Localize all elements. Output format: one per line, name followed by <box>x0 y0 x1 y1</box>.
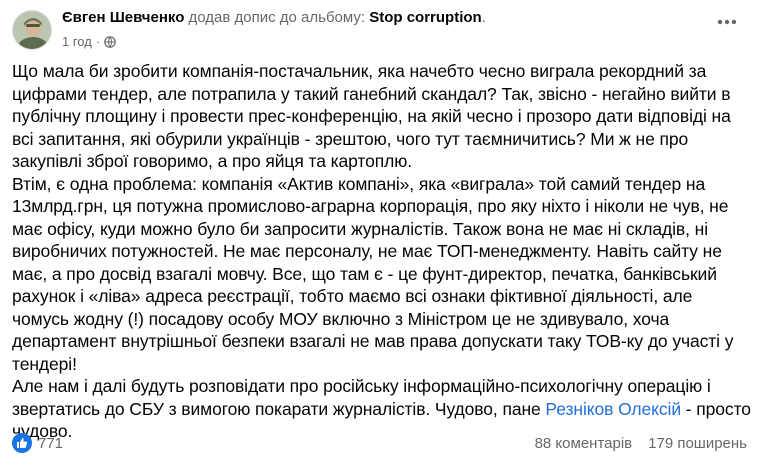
post-paragraph: Втім, є одна проблема: компанія «Актив к… <box>12 173 734 374</box>
thumbs-up-icon[interactable] <box>12 433 32 453</box>
author-avatar[interactable] <box>12 10 52 50</box>
post-paragraph: Що мала би зробити компанія-постачальник… <box>12 61 731 171</box>
meta-separator: · <box>95 34 101 49</box>
more-options-button[interactable] <box>709 10 745 34</box>
more-options-icon <box>717 19 737 25</box>
post-card: Євген Шевченко додав допис до альбому: S… <box>0 0 759 468</box>
reactions-count[interactable]: 771 <box>38 435 63 452</box>
post-meta: 1 год · <box>62 34 699 50</box>
album-link[interactable]: Stop corruption <box>369 9 482 26</box>
post-header: Євген Шевченко додав допис до альбому: S… <box>62 8 699 50</box>
album-suffix: . <box>481 9 486 26</box>
header-line: Євген Шевченко додав допис до альбому: S… <box>62 8 699 28</box>
avatar-image <box>13 11 51 49</box>
author-name[interactable]: Євген Шевченко <box>62 9 184 26</box>
post-action-text: додав допис до альбому: <box>188 9 366 26</box>
globe-icon <box>104 36 116 48</box>
comments-count[interactable]: 88 коментарів <box>535 435 633 452</box>
post-timestamp[interactable]: 1 год <box>62 34 92 50</box>
post-text: Що мала би зробити компанія-постачальник… <box>12 60 752 443</box>
post-footer: 771 88 коментарів 179 поширень <box>12 430 747 456</box>
shares-count[interactable]: 179 поширень <box>648 435 747 452</box>
tagged-person-link[interactable]: Резніков Олексій <box>545 399 681 419</box>
